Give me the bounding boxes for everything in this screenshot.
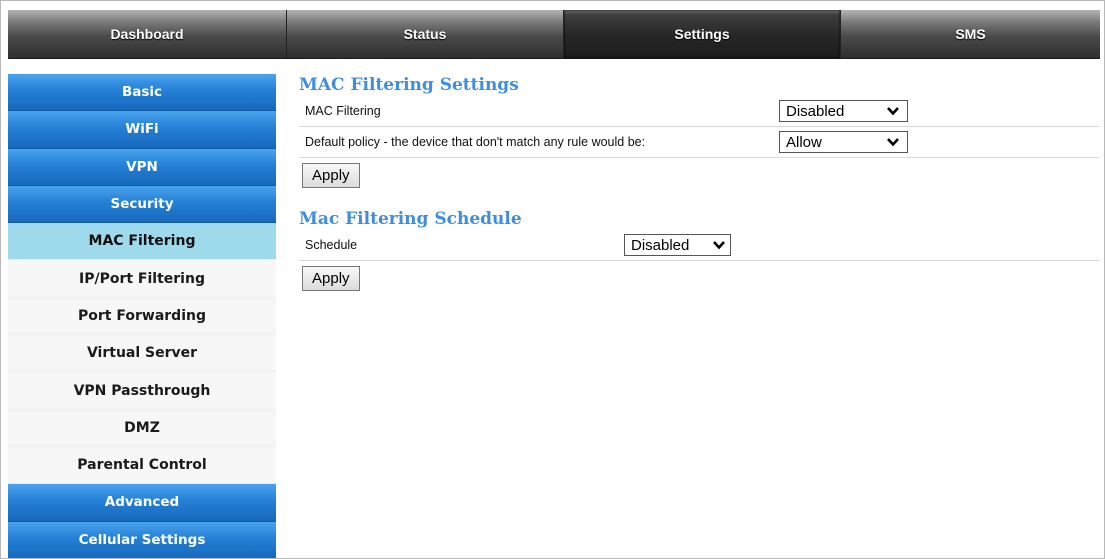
sidebar-item-mac-filtering[interactable]: MAC Filtering: [8, 223, 276, 261]
sidebar-item-port-forwarding[interactable]: Port Forwarding: [8, 297, 276, 336]
default-policy-select[interactable]: Allow: [779, 131, 908, 153]
mac-filtering-select-value: Disabled: [786, 102, 845, 120]
schedule-row: Schedule Disabled: [299, 230, 1099, 261]
main-content: MAC Filtering Settings MAC Filtering Dis…: [299, 74, 1099, 291]
sidebar-item-cellular-settings[interactable]: Cellular Settings: [8, 521, 276, 558]
tab-sms[interactable]: SMS: [841, 10, 1100, 58]
default-policy-select-value: Allow: [786, 133, 822, 151]
router-admin-page: Dashboard Status Settings SMS Basic WiFi…: [0, 0, 1105, 559]
sidebar-item-vpn-passthrough[interactable]: VPN Passthrough: [8, 372, 276, 410]
sidebar: Basic WiFi VPN Security MAC Filtering IP…: [8, 74, 276, 558]
mac-filtering-row: MAC Filtering Disabled: [299, 96, 1099, 127]
sidebar-item-basic[interactable]: Basic: [8, 74, 276, 112]
schedule-label: Schedule: [305, 238, 358, 252]
top-navigation: Dashboard Status Settings SMS: [8, 10, 1100, 59]
default-policy-row: Default policy - the device that don't m…: [299, 127, 1099, 158]
chevron-down-icon: [887, 107, 899, 116]
apply-schedule-button[interactable]: Apply: [302, 266, 360, 291]
chevron-down-icon: [713, 241, 725, 250]
chevron-down-icon: [887, 138, 899, 147]
sidebar-item-vpn[interactable]: VPN: [8, 148, 276, 186]
mac-filtering-settings-title: MAC Filtering Settings: [299, 75, 519, 95]
sidebar-item-parental-control[interactable]: Parental Control: [8, 446, 276, 485]
sidebar-item-wifi[interactable]: WiFi: [8, 111, 276, 149]
sidebar-item-ip-port-filtering[interactable]: IP/Port Filtering: [8, 260, 276, 298]
tab-status[interactable]: Status: [287, 10, 564, 58]
apply-mac-filtering-button[interactable]: Apply: [302, 163, 360, 188]
tab-dashboard[interactable]: Dashboard: [8, 10, 287, 58]
sidebar-item-advanced[interactable]: Advanced: [8, 484, 276, 522]
default-policy-label: Default policy - the device that don't m…: [305, 135, 646, 149]
sidebar-item-dmz[interactable]: DMZ: [8, 409, 276, 447]
sidebar-item-security[interactable]: Security: [8, 185, 276, 224]
sidebar-item-virtual-server[interactable]: Virtual Server: [8, 335, 276, 373]
tab-settings[interactable]: Settings: [564, 10, 841, 58]
mac-filtering-label: MAC Filtering: [305, 104, 381, 118]
mac-filtering-schedule-title: Mac Filtering Schedule: [299, 209, 522, 229]
mac-filtering-select[interactable]: Disabled: [779, 100, 908, 122]
schedule-select-value: Disabled: [631, 236, 690, 254]
schedule-select[interactable]: Disabled: [624, 234, 731, 256]
